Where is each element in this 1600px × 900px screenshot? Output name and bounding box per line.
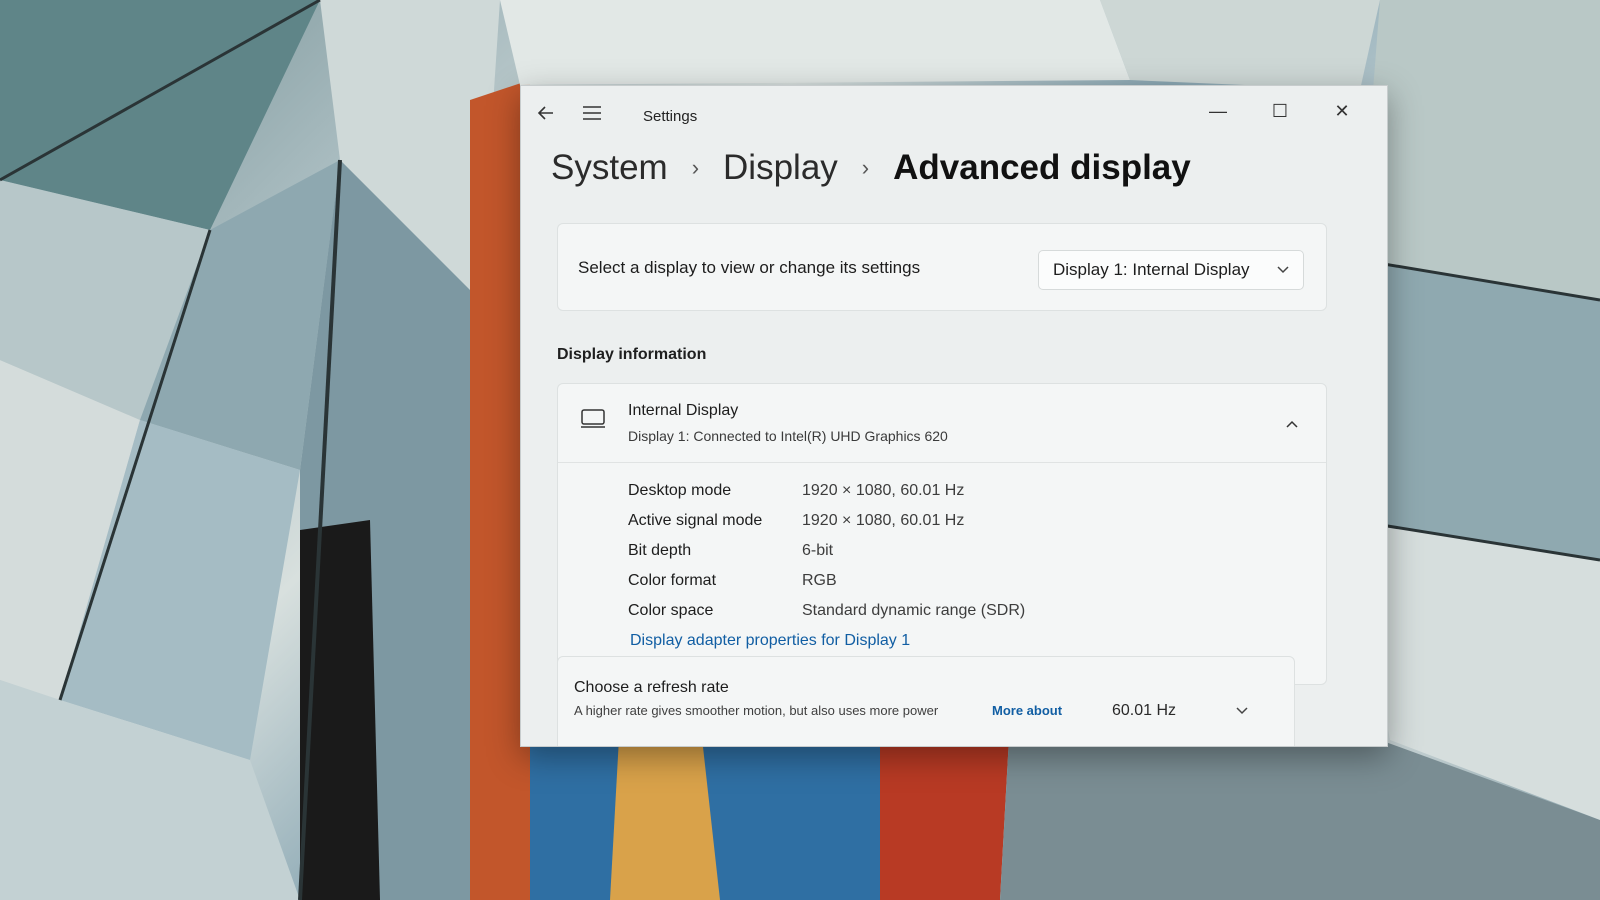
chevron-down-icon [1236,702,1248,720]
display-select-label: Select a display to view or change its s… [578,258,921,277]
property-label: Active signal mode [628,512,763,529]
refresh-rate-title: Choose a refresh rate [574,679,729,696]
property-value: RGB [802,572,837,589]
settings-window: Settings — ☐ ✕ System › Display › Advanc… [520,85,1388,747]
hamburger-menu-icon[interactable] [577,98,607,128]
breadcrumb-display[interactable]: Display [723,148,838,188]
property-row: Desktop mode 1920 × 1080, 60.01 Hz [628,476,1025,506]
display-select-card: Select a display to view or change its s… [557,223,1327,311]
property-value: 6-bit [802,542,834,559]
chevron-up-icon[interactable] [1278,410,1306,438]
minimize-button[interactable]: — [1195,96,1241,126]
property-row: Bit depth 6-bit [628,536,1025,566]
breadcrumb-system[interactable]: System [551,148,668,188]
display-connection: Display 1: Connected to Intel(R) UHD Gra… [628,428,948,444]
display-adapter-properties-link[interactable]: Display adapter properties for Display 1 [630,632,910,650]
display-name: Internal Display [628,402,739,419]
property-label: Color format [628,572,717,589]
property-value: 1920 × 1080, 60.01 Hz [802,482,965,499]
refresh-rate-value: 60.01 Hz [1112,702,1177,719]
property-label: Bit depth [628,542,692,559]
property-row: Color space Standard dynamic range (SDR) [628,596,1025,626]
property-value: Standard dynamic range (SDR) [802,602,1026,619]
more-about-link[interactable]: More about [992,703,1062,718]
property-value: 1920 × 1080, 60.01 Hz [802,512,965,529]
maximize-button[interactable]: ☐ [1257,96,1303,126]
display-select-dropdown[interactable]: Display 1: Internal Display [1038,250,1304,290]
display-information-card: Internal Display Display 1: Connected to… [557,383,1327,685]
property-label: Color space [628,602,714,619]
back-arrow-icon[interactable] [531,98,561,128]
display-information-header[interactable]: Internal Display Display 1: Connected to… [558,384,1326,463]
property-row: Color format RGB [628,566,1025,596]
property-row: Active signal mode 1920 × 1080, 60.01 Hz [628,506,1025,536]
display-properties: Desktop mode 1920 × 1080, 60.01 Hz Activ… [628,476,1025,626]
title-bar: Settings — ☐ ✕ [521,86,1387,136]
refresh-rate-card: Choose a refresh rate A higher rate give… [557,656,1295,746]
page-title: Advanced display [893,148,1191,187]
chevron-right-icon: › [691,155,700,180]
breadcrumb: System › Display › Advanced display [551,148,1191,188]
close-button[interactable]: ✕ [1319,96,1365,126]
chevron-right-icon: › [861,155,870,180]
refresh-rate-dropdown[interactable]: 60.01 Hz [1100,693,1260,729]
display-select-value: Display 1: Internal Display [1053,260,1250,279]
property-label: Desktop mode [628,482,732,499]
chevron-down-icon [1277,263,1289,277]
refresh-rate-description: A higher rate gives smoother motion, but… [574,703,939,718]
display-information-heading: Display information [557,346,707,363]
monitor-icon [580,408,606,435]
window-title: Settings [643,108,698,125]
